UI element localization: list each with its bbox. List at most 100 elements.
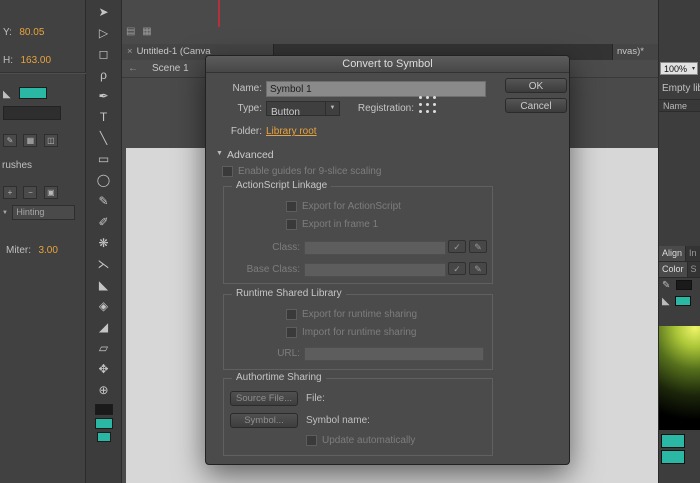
height-label: H: [3,55,13,66]
edit-base-class-button[interactable]: ✎ [469,262,487,275]
registration-grid[interactable] [419,96,440,117]
y-coordinate-label: Y: [3,27,12,38]
ink-bottle-tool[interactable]: ◈ [91,296,117,317]
bone-tool[interactable]: ⋋ [91,254,117,275]
playhead-guide-line [218,0,220,27]
free-transform-tool[interactable]: ◻ [91,44,117,65]
eraser-tool[interactable]: ▱ [91,338,117,359]
type-dropdown[interactable]: Button ▼ [266,101,340,116]
deco-tool[interactable]: ❋ [91,233,117,254]
brush-grid-icon[interactable]: ▣ [44,186,58,199]
new-layer-icon[interactable]: ▤ [126,26,135,37]
text-tool[interactable]: T [91,107,117,128]
checkbox-box [286,219,297,230]
tab-align[interactable]: Align [659,246,686,261]
base-class-field[interactable] [304,263,446,277]
align-info-tab-row: AlignIn [659,246,700,262]
class-field[interactable] [304,241,446,255]
fill-color-chip[interactable] [675,296,691,306]
teal-swatch-1[interactable] [661,434,685,448]
hand-tool[interactable]: ✥ [91,359,117,380]
zoom-tool[interactable]: ⊕ [91,380,117,401]
triangle-down-icon: ▼ [216,150,223,157]
stroke-color-chip[interactable] [676,280,692,290]
stroke-color-chip[interactable] [95,404,113,415]
pencil-tool[interactable]: ✎ [91,191,117,212]
update-automatically-checkbox[interactable]: Update automatically [306,435,415,446]
ok-button[interactable]: OK [505,78,567,93]
color-swatches-tab-row: ColorS [659,262,700,278]
validate-class-button[interactable]: ✓ [448,240,466,253]
fill-color-icon[interactable]: ◣ [662,296,670,307]
pen-tool[interactable]: ✒ [91,86,117,107]
height-value[interactable]: 163.00 [20,55,51,66]
stroke-style-box[interactable] [3,106,61,120]
nine-slice-checkbox[interactable]: Enable guides for 9-slice scaling [222,166,381,177]
application-window: ▤ ▦ ×Untitled-1 (Canva nvas)* ← Scene 1 … [0,0,700,483]
checkbox-box [306,435,317,446]
library-name-column-header[interactable]: Name [659,99,700,112]
tab-label-partial: nvas)* [617,46,644,57]
brushes-section-label: rushes [2,160,32,171]
line-tool[interactable]: ╲ [91,128,117,149]
export-runtime-sharing-checkbox[interactable]: Export for runtime sharing [286,309,417,320]
folder-link[interactable]: Library root [266,126,317,137]
symbol-name-input[interactable] [266,81,486,97]
hinting-dropdown[interactable]: Hinting [12,205,75,220]
file-label: File: [306,393,325,404]
checkbox-label: Export in frame 1 [302,219,378,230]
eyedropper-tool[interactable]: ◢ [91,317,117,338]
stroke-color-icon[interactable]: ✎ [662,280,670,291]
delete-layer-icon[interactable]: ▦ [142,26,151,37]
folder-label: Folder: [214,126,262,137]
group-title: Runtime Shared Library [232,288,346,299]
tab-info-partial[interactable]: In [686,246,697,261]
edit-class-button[interactable]: ✎ [469,240,487,253]
subselection-tool[interactable]: ▷ [91,23,117,44]
grid-mode-icon[interactable]: ▦ [23,134,37,147]
pencil-mode-icon[interactable]: ✎ [3,134,17,147]
selection-tool[interactable]: ➤ [91,2,117,23]
fill-color-chip[interactable] [95,418,113,429]
source-file-button[interactable]: Source File... [230,391,298,406]
checkbox-label: Update automatically [322,435,415,446]
fill-color-icon: ◣ [3,89,11,100]
cancel-button[interactable]: Cancel [505,98,567,113]
advanced-disclosure[interactable]: ▼Advanced [216,145,274,163]
color-spectrum-picker[interactable] [659,326,700,430]
back-icon[interactable]: ← [128,60,138,77]
object-mode-icon[interactable]: ◫ [44,134,58,147]
symbol-button[interactable]: Symbol... [230,413,298,428]
zoom-control[interactable]: 100% ▾ [660,62,698,75]
checkbox-label: Export for runtime sharing [302,309,417,320]
miter-value[interactable]: 3.00 [38,245,57,256]
oval-tool[interactable]: ◯ [91,170,117,191]
lasso-tool[interactable]: ρ [91,65,117,86]
base-class-label: Base Class: [228,264,300,275]
paint-bucket-tool[interactable]: ◣ [91,275,117,296]
tab-color[interactable]: Color [659,262,688,277]
actionscript-linkage-group: ActionScript Linkage Export for ActionSc… [223,186,493,284]
teal-swatch-2[interactable] [661,450,685,464]
fill-color-swatch[interactable] [19,87,47,99]
tab-swatches-partial[interactable]: S [688,262,697,277]
tab-second-document[interactable]: nvas)* [612,44,658,60]
import-runtime-sharing-checkbox[interactable]: Import for runtime sharing [286,327,417,338]
scene-label: Scene 1 [152,60,189,77]
miter-label: Miter: [6,245,31,256]
rectangle-tool[interactable]: ▭ [91,149,117,170]
swatch-small-1[interactable] [97,432,111,442]
tab-label: Untitled-1 (Canva [137,46,211,57]
chevron-down-icon[interactable]: ▼ [2,210,8,216]
validate-base-class-button[interactable]: ✓ [448,262,466,275]
remove-brush-icon[interactable]: − [23,186,37,199]
url-field[interactable] [304,347,484,361]
export-for-actionscript-checkbox[interactable]: Export for ActionScript [286,201,401,212]
y-coordinate-value[interactable]: 80.05 [19,27,44,38]
add-brush-icon[interactable]: + [3,186,17,199]
chevron-down-icon: ▾ [692,63,695,76]
export-in-frame-1-checkbox[interactable]: Export in frame 1 [286,219,378,230]
close-icon[interactable]: × [127,46,133,57]
brush-tool[interactable]: ✐ [91,212,117,233]
checkbox-label: Import for runtime sharing [302,327,417,338]
